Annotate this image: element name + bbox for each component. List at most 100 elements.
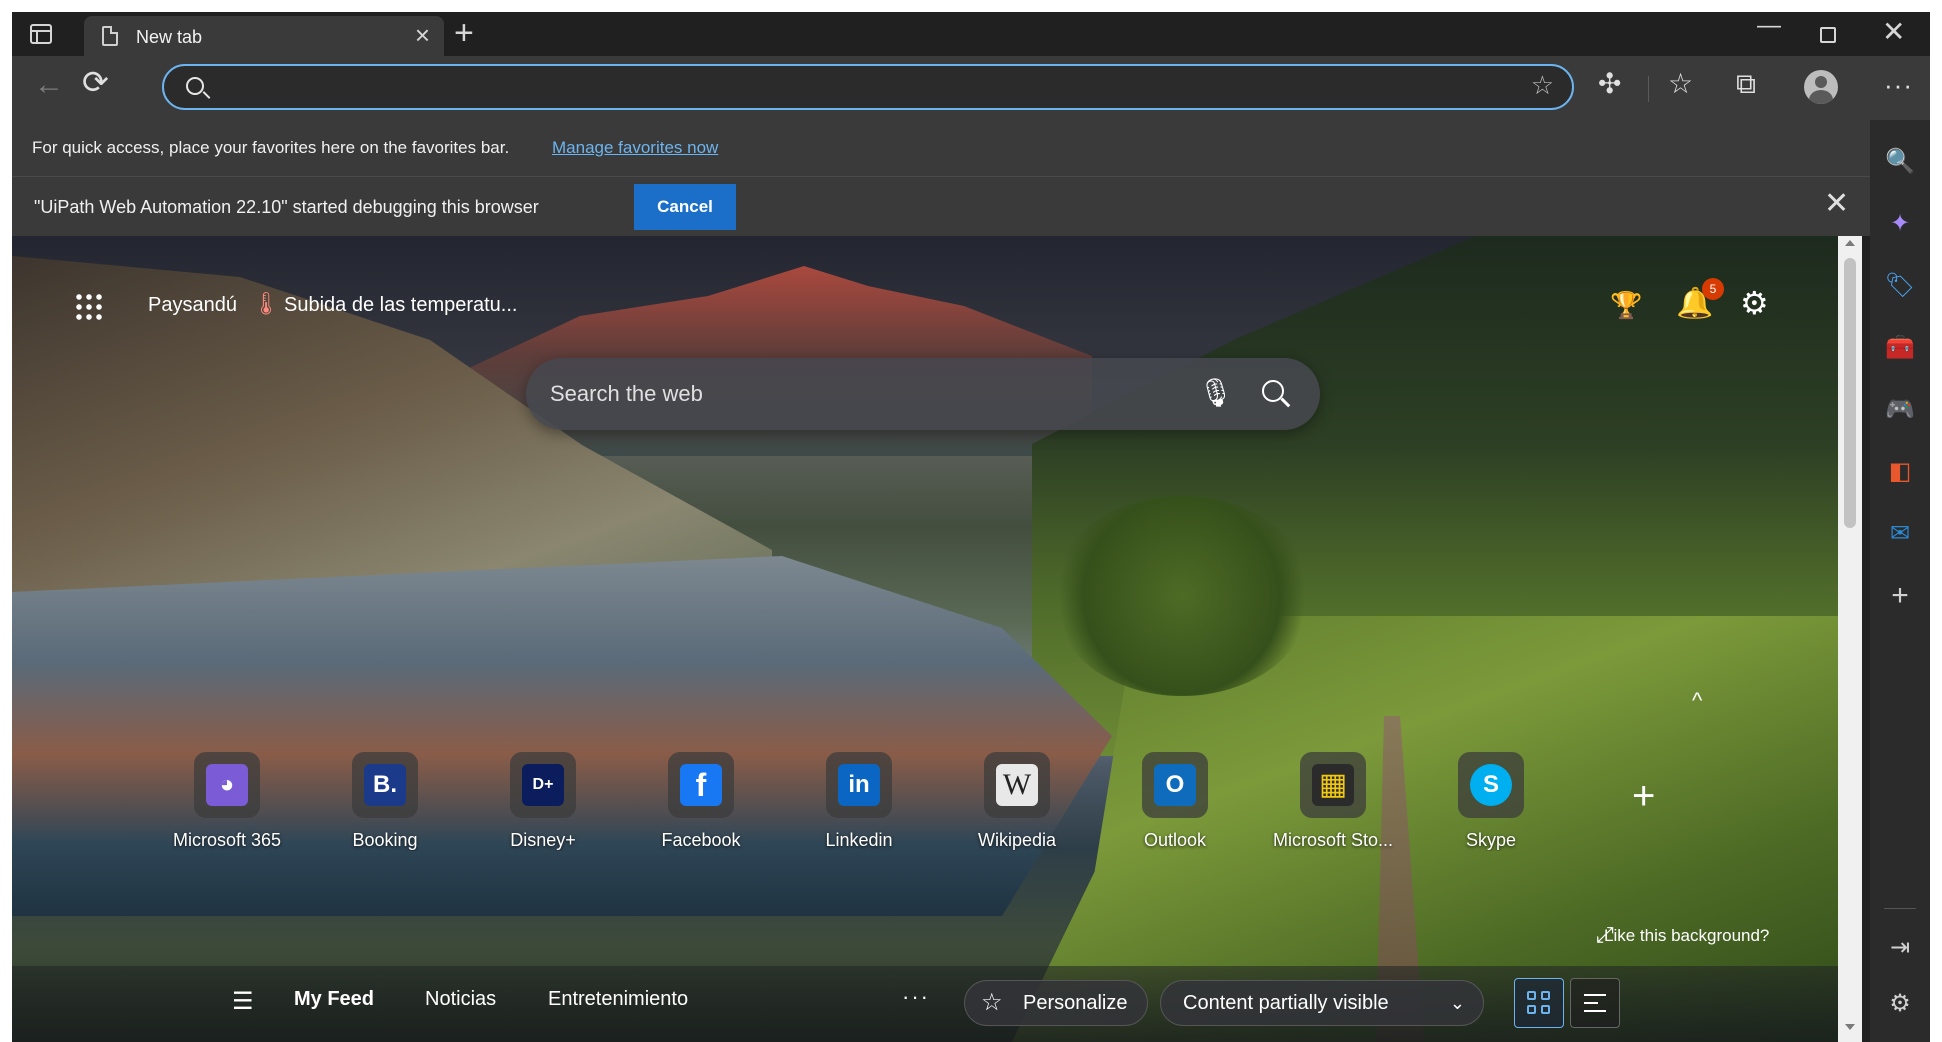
close-window-button[interactable]: ✕ <box>1882 18 1905 46</box>
sidebar-search-icon[interactable]: 🔍 <box>1884 146 1916 178</box>
minimize-button[interactable]: — <box>1757 14 1781 38</box>
add-sidebar-app-icon[interactable]: + <box>1884 580 1916 612</box>
quick-link[interactable]: D+ Disney+ <box>468 752 618 862</box>
quick-link-label: Facebook <box>661 830 741 850</box>
list-line <box>1584 1010 1606 1012</box>
manage-favorites-link[interactable]: Manage favorites now <box>552 138 718 158</box>
web-search-box[interactable]: 🎙 <box>526 358 1320 430</box>
back-button[interactable]: ← <box>34 70 64 100</box>
skype-icon: S <box>1470 764 1512 806</box>
address-bar[interactable]: ☆ <box>162 64 1574 110</box>
weather-alert[interactable]: Subida de las temperatu... <box>284 294 517 317</box>
debugging-message: "UiPath Web Automation 22.10" started de… <box>34 197 539 217</box>
favorites-icon[interactable]: ☆ <box>1668 70 1693 98</box>
collections-icon[interactable]: ⧉ <box>1736 70 1756 98</box>
notification-badge: 5 <box>1702 278 1724 300</box>
quick-link[interactable]: O Outlook <box>1100 752 1250 862</box>
page-icon <box>102 26 118 46</box>
content-visibility-value: Content partially visible <box>1183 992 1389 1014</box>
scroll-up-arrow[interactable] <box>1845 240 1855 246</box>
quick-link-tile[interactable]: f <box>668 752 734 818</box>
search-icon[interactable] <box>1262 380 1284 402</box>
games-icon[interactable]: 🎮 <box>1884 394 1916 426</box>
weather-location[interactable]: Paysandú <box>148 294 237 317</box>
collapse-chevron-icon[interactable]: ^ <box>1692 688 1702 714</box>
tab-entretenimiento[interactable]: Entretenimiento <box>548 988 688 1011</box>
restore-button[interactable] <box>1820 27 1836 43</box>
extensions-icon[interactable]: ✣ <box>1598 70 1621 98</box>
quick-link-label: Wikipedia <box>977 830 1057 850</box>
web-search-input[interactable] <box>550 376 1150 412</box>
quick-link[interactable]: f Facebook <box>626 752 776 862</box>
apps-launcher-icon[interactable] <box>74 292 102 320</box>
add-shortcut-button[interactable]: + <box>1632 776 1655 816</box>
microsoft-365-icon: ◕ <box>206 764 248 806</box>
infobar-close-icon[interactable]: ✕ <box>1824 189 1849 219</box>
quick-link[interactable]: W Wikipedia <box>942 752 1092 862</box>
personalize-button[interactable]: ☆ Personalize <box>964 980 1148 1026</box>
quick-link-tile[interactable]: ▦ <box>1300 752 1366 818</box>
feed-menu-icon[interactable]: ☰ <box>232 990 254 1014</box>
microphone-icon[interactable]: 🎙 <box>1198 376 1234 409</box>
list-line <box>1584 1002 1598 1004</box>
outlook-icon[interactable]: ✉ <box>1884 518 1916 550</box>
sidebar-settings-icon[interactable]: ⚙ <box>1884 988 1916 1020</box>
page-scrollbar[interactable] <box>1838 236 1862 1042</box>
tab-noticias[interactable]: Noticias <box>425 988 496 1011</box>
booking-icon: B. <box>364 764 406 806</box>
quick-link-label: Linkedin <box>825 830 893 850</box>
profile-avatar[interactable] <box>1804 70 1838 104</box>
office-icon[interactable]: ◧ <box>1884 456 1916 488</box>
background-shrub <box>1052 496 1312 696</box>
grid-cell <box>1527 1005 1536 1014</box>
new-tab-button[interactable]: + <box>454 16 474 50</box>
linkedin-icon: in <box>838 764 880 806</box>
chevron-down-icon: ⌄ <box>1449 993 1465 1013</box>
refresh-button[interactable]: ⟳ <box>82 66 109 98</box>
scroll-thumb[interactable] <box>1844 258 1856 528</box>
list-view-button[interactable] <box>1570 978 1620 1028</box>
quick-link-tile[interactable]: W <box>984 752 1050 818</box>
edge-sidebar: 🔍 ✦ 🏷 🧰 🎮 ◧ ✉ + ⇥ ⚙ <box>1870 120 1930 1042</box>
tab-strip: New tab × + — ✕ <box>12 12 1930 56</box>
microsoft-store-icon: ▦ <box>1312 764 1354 806</box>
quick-link[interactable]: ◕ Microsoft 365 <box>152 752 302 862</box>
tab-my-feed[interactable]: My Feed <box>294 988 374 1011</box>
feed-more-button[interactable]: ··· <box>902 984 930 1010</box>
quick-link-tile[interactable]: B. <box>352 752 418 818</box>
add-favorite-icon[interactable]: ☆ <box>1531 72 1554 98</box>
content-visibility-select[interactable]: Content partially visible ⌄ <box>1160 980 1484 1026</box>
rewards-icon[interactable]: 🏆 <box>1610 290 1642 321</box>
grid-view-button[interactable] <box>1514 978 1564 1028</box>
copilot-icon[interactable]: ✦ <box>1884 208 1916 240</box>
feed-navigation: ☰ My Feed Noticias Entretenimiento ··· ☆… <box>12 966 1838 1042</box>
facebook-icon: f <box>680 764 722 806</box>
grid-cell <box>1541 991 1550 1000</box>
page-settings-icon[interactable]: ⚙ <box>1740 284 1769 322</box>
toolbar-divider <box>1648 76 1649 102</box>
quick-link-tile[interactable]: S <box>1458 752 1524 818</box>
settings-and-more-button[interactable]: ··· <box>1884 70 1913 101</box>
tools-icon[interactable]: 🧰 <box>1884 332 1916 364</box>
like-background-link[interactable]: Like this background? <box>1604 926 1769 946</box>
quick-link-tile[interactable]: D+ <box>510 752 576 818</box>
shopping-icon[interactable]: 🏷 <box>1884 270 1916 302</box>
hide-sidebar-icon[interactable]: ⇥ <box>1884 932 1916 964</box>
cancel-debugging-button[interactable]: Cancel <box>634 184 736 230</box>
quick-link-tile[interactable]: O <box>1142 752 1208 818</box>
new-tab-page: Paysandú 🌡 Subida de las temperatu... 🏆 … <box>12 236 1838 1042</box>
quick-link[interactable]: S Skype <box>1416 752 1566 862</box>
tab-new-tab[interactable]: New tab × <box>84 16 444 56</box>
tab-close-button[interactable]: × <box>415 22 430 48</box>
tab-actions-icon[interactable] <box>30 24 52 44</box>
quick-link[interactable]: ▦ Microsoft Sto... <box>1258 752 1408 862</box>
quick-link[interactable]: B. Booking <box>310 752 460 862</box>
address-input[interactable] <box>224 74 1484 102</box>
quick-link-tile[interactable]: ◕ <box>194 752 260 818</box>
thermometer-icon: 🌡 <box>252 291 280 316</box>
favorites-hint-text: For quick access, place your favorites h… <box>32 138 510 157</box>
quick-link-tile[interactable]: in <box>826 752 892 818</box>
scroll-down-arrow[interactable] <box>1845 1024 1855 1030</box>
quick-link[interactable]: in Linkedin <box>784 752 934 862</box>
grid-cell <box>1541 1005 1550 1014</box>
